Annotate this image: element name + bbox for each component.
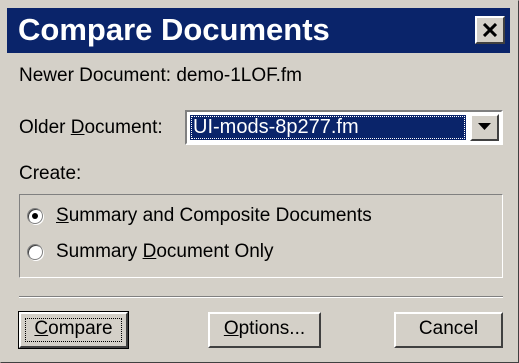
older-document-dropdown-button[interactable] <box>470 114 499 141</box>
cancel-button[interactable]: Cancel <box>394 312 503 348</box>
radio-summary-and-composite-label: Summary and Composite Documents <box>56 205 372 226</box>
options-button[interactable]: Options... <box>208 312 321 348</box>
focus-rect <box>25 318 122 342</box>
compare-documents-dialog: Compare Documents Newer Document: demo-1… <box>0 0 519 363</box>
compare-button[interactable]: Compare <box>18 311 129 349</box>
older-document-selected-value: UI-mods-8p277.fm <box>190 115 466 140</box>
radio-summary-and-composite[interactable]: Summary and Composite Documents <box>27 204 372 228</box>
window-title: Compare Documents <box>18 12 330 47</box>
newer-document-label: Newer Document: <box>19 65 177 86</box>
chevron-down-icon <box>478 123 491 130</box>
older-document-select[interactable]: UI-mods-8p277.fm <box>185 110 503 145</box>
newer-document-value: demo-1LOF.fm <box>176 65 302 86</box>
title-bar[interactable]: Compare Documents <box>7 8 510 53</box>
close-button[interactable] <box>475 16 505 44</box>
older-document-label: Older Document: <box>19 117 163 138</box>
radio-summary-document-only[interactable]: Summary Document Only <box>27 240 274 264</box>
newer-document-row: Newer Document: demo-1LOF.fm <box>19 65 302 87</box>
close-icon <box>483 23 497 37</box>
separator <box>19 296 503 298</box>
radio-button-checked[interactable] <box>27 208 43 224</box>
radio-button-unchecked[interactable] <box>27 244 43 260</box>
create-label: Create: <box>19 163 82 184</box>
radio-summary-document-only-label: Summary Document Only <box>56 241 274 262</box>
